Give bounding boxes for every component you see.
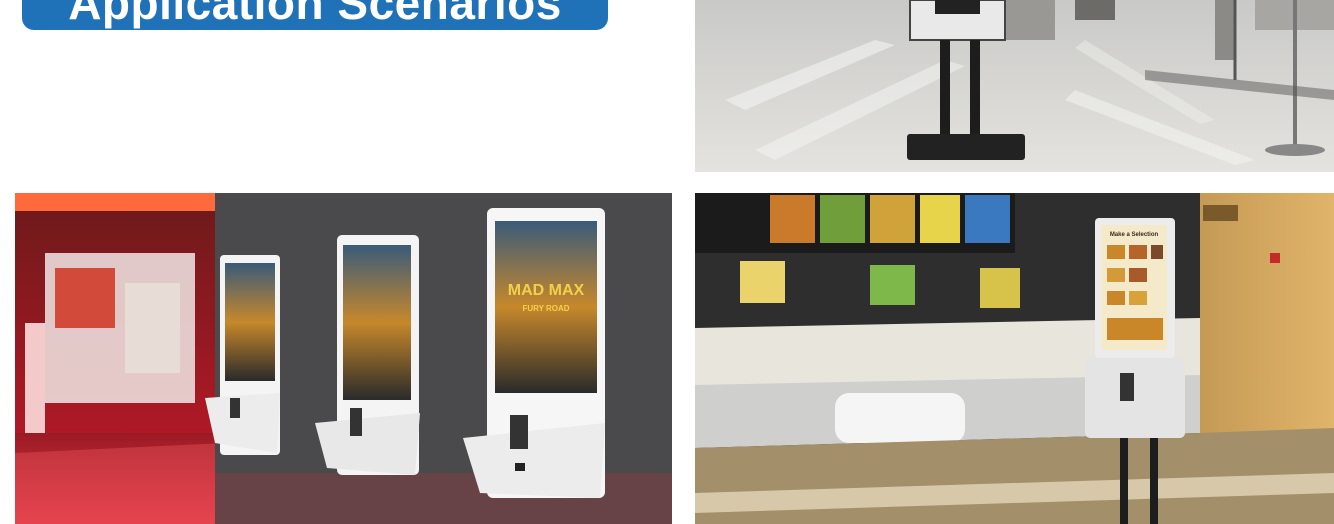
title-banner: Application Scenarios: [22, 0, 608, 30]
hall-kiosk-photo: [695, 0, 1334, 172]
banner-title: Application Scenarios: [68, 0, 562, 29]
kiosk-poster-subtitle: FURY ROAD: [522, 304, 569, 313]
wall-kiosks-photo: MAD MAX FURY ROAD: [15, 193, 672, 524]
kiosk-poster-title: MAD MAX: [508, 282, 585, 299]
kiosk-menu-title: Make a Selection: [1110, 232, 1159, 238]
restaurant-kiosk-photo: Make a Selection: [695, 193, 1334, 524]
